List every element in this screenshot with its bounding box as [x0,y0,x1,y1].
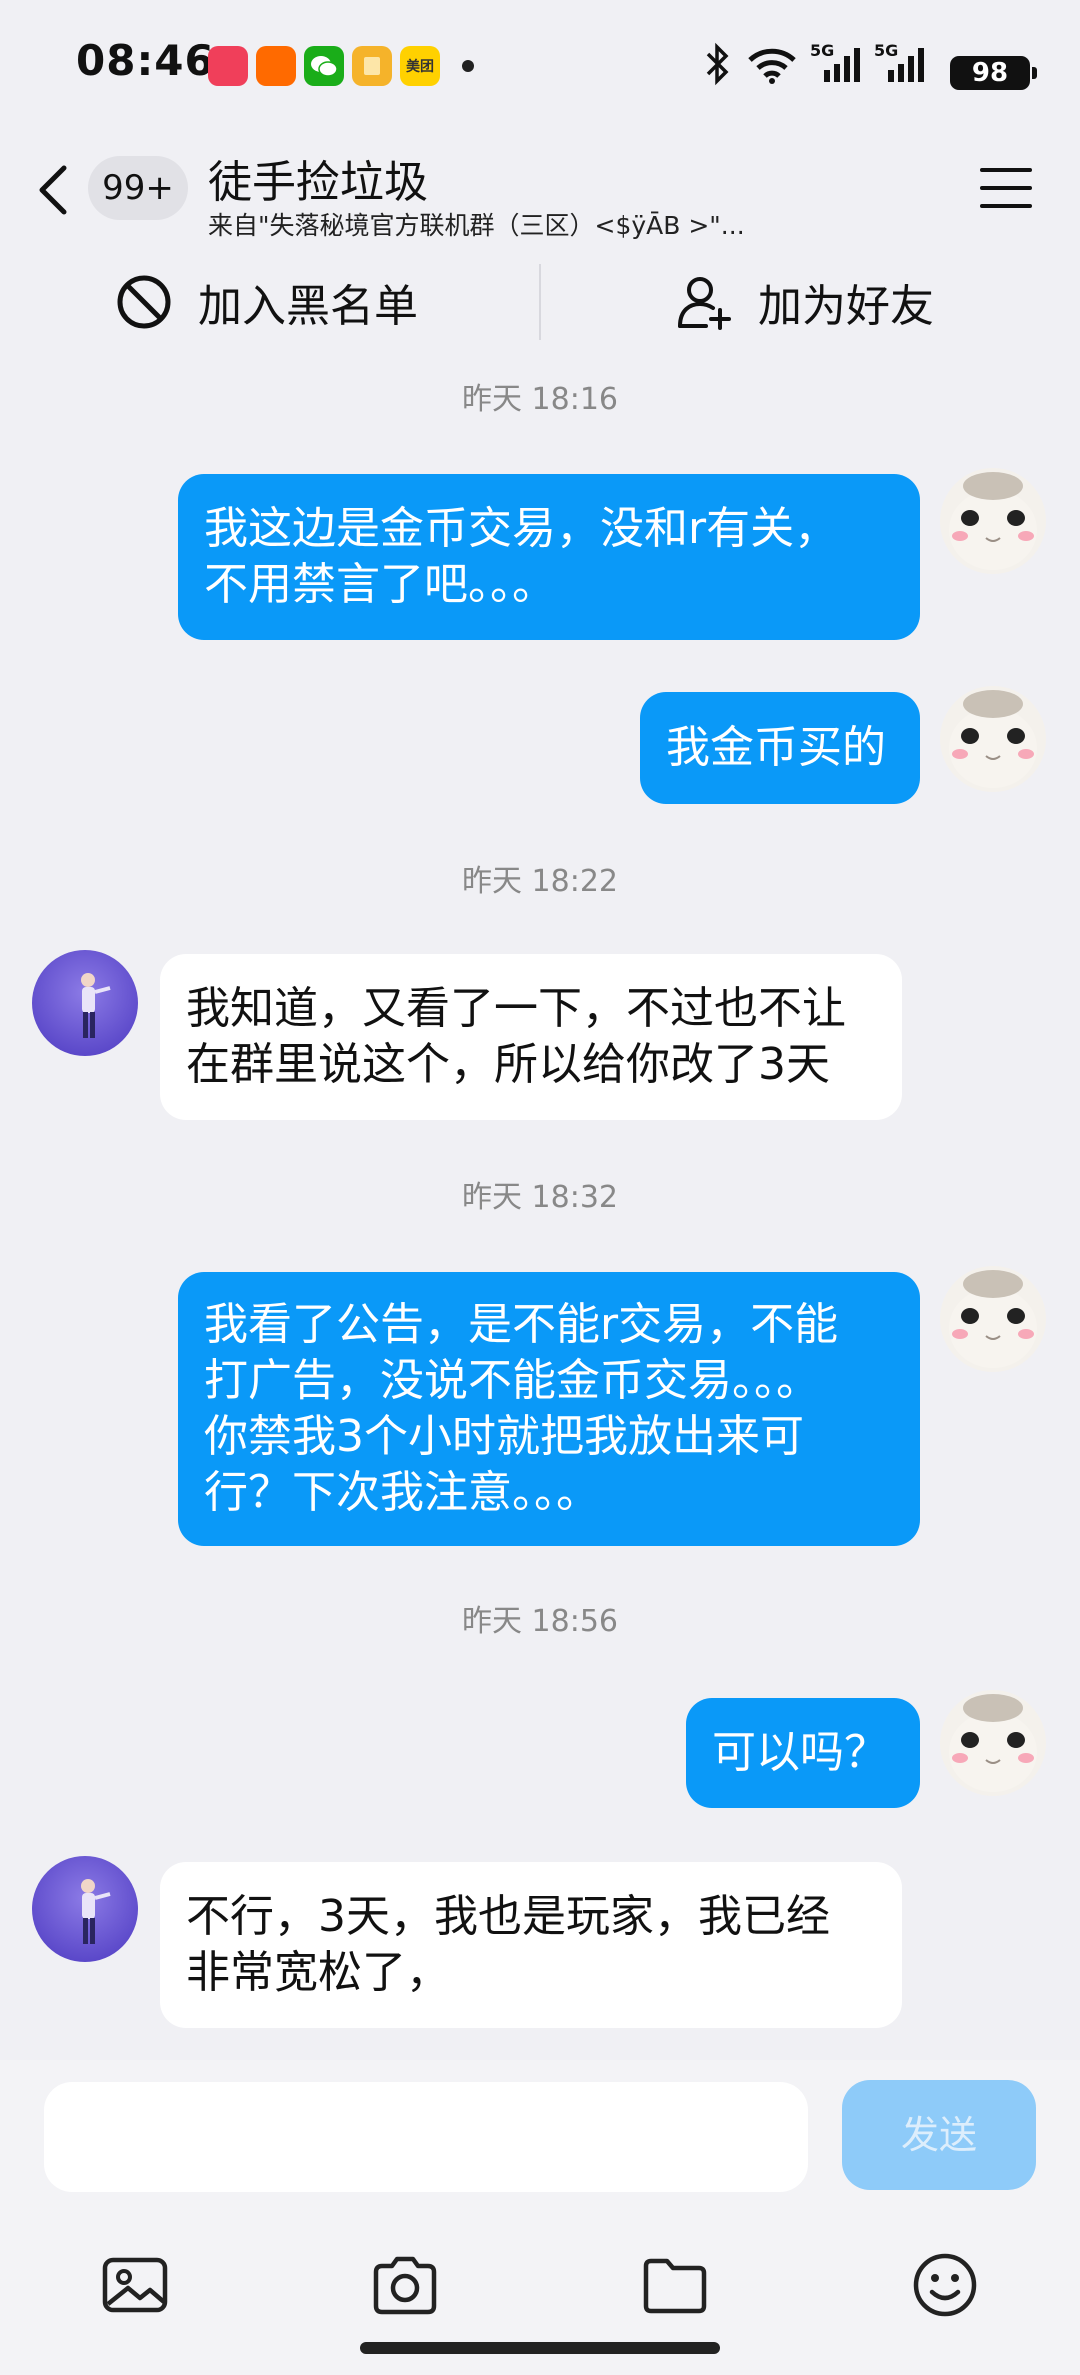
message-bubble-self[interactable]: 我看了公告，是不能r交易，不能 打广告，没说不能金币交易。。。 你禁我3个小时就… [178,1272,920,1546]
menu-icon[interactable] [980,166,1032,210]
message-bubble-self[interactable]: 我金币买的 [640,692,920,804]
block-button[interactable]: 加入黑名单 [116,256,418,348]
self-avatar[interactable] [940,1266,1046,1372]
message-timestamp: 昨天 18:16 [462,382,618,417]
wifi-icon [748,48,796,84]
self-avatar[interactable] [940,1690,1046,1796]
pinduoduo-icon [208,46,248,86]
taobao-icon [256,46,296,86]
unread-count-badge[interactable]: 99+ [88,156,188,220]
reader-icon [352,46,392,86]
action-divider [539,264,541,340]
self-avatar[interactable] [940,468,1046,574]
image-icon[interactable] [100,2250,170,2320]
block-label: 加入黑名单 [198,281,418,332]
message-timestamp: 昨天 18:56 [462,1604,618,1639]
battery-indicator: 98 [940,48,1037,90]
camera-icon[interactable] [370,2250,440,2320]
contact-avatar[interactable] [32,1856,138,1962]
message-bubble-self[interactable]: 我这边是金币交易，没和r有关， 不用禁言了吧。。。 [178,474,920,640]
self-avatar[interactable] [940,686,1046,792]
message-bubble-self[interactable]: 可以吗？ [686,1698,920,1808]
contact-name: 徒手捡垃圾 [208,157,428,208]
status-bar: 08:46 美团 5G 5G 98 [0,0,1080,130]
folder-icon[interactable] [640,2250,710,2320]
message-timestamp: 昨天 18:22 [462,864,618,899]
status-time: 08:46 [76,36,215,85]
home-indicator[interactable] [360,2342,720,2354]
message-timestamp: 昨天 18:32 [462,1180,618,1215]
add-friend-button[interactable]: 加为好友 [676,256,934,348]
back-arrow-icon[interactable] [34,160,74,220]
chat-header: 99+ 徒手捡垃圾 来自"失落秘境官方联机群（三区）<$ÿĀB >"... [0,130,1080,250]
svg-text:5G: 5G [810,41,834,60]
send-button[interactable]: 发送 [842,2080,1036,2190]
emoji-icon[interactable] [910,2250,980,2320]
battery-level: 98 [950,56,1037,90]
stranger-action-bar: 加入黑名单 加为好友 [0,256,1080,348]
add-friend-icon [678,277,731,330]
contact-source: 来自"失落秘境官方联机群（三区）<$ÿĀB >"... [208,211,745,240]
notification-dot [462,60,474,72]
wechat-icon [304,46,344,86]
signal-5g-icon-2: 5G [874,41,924,82]
block-icon [117,275,171,329]
contact-avatar[interactable] [32,950,138,1056]
message-bubble-other[interactable]: 我知道，又看了一下，不过也不让 在群里说这个，所以给你改了3天 [160,954,902,1120]
meituan-icon: 美团 [400,46,440,86]
svg-text:5G: 5G [874,41,898,60]
signal-5g-icon-1: 5G [810,41,860,82]
message-input[interactable] [44,2082,808,2192]
add-friend-label: 加为好友 [758,281,934,332]
message-bubble-other[interactable]: 不行，3天，我也是玩家，我已经 非常宽松了， [160,1862,902,2028]
input-bar: 发送 [0,2060,1080,2375]
bluetooth-icon [706,42,729,86]
